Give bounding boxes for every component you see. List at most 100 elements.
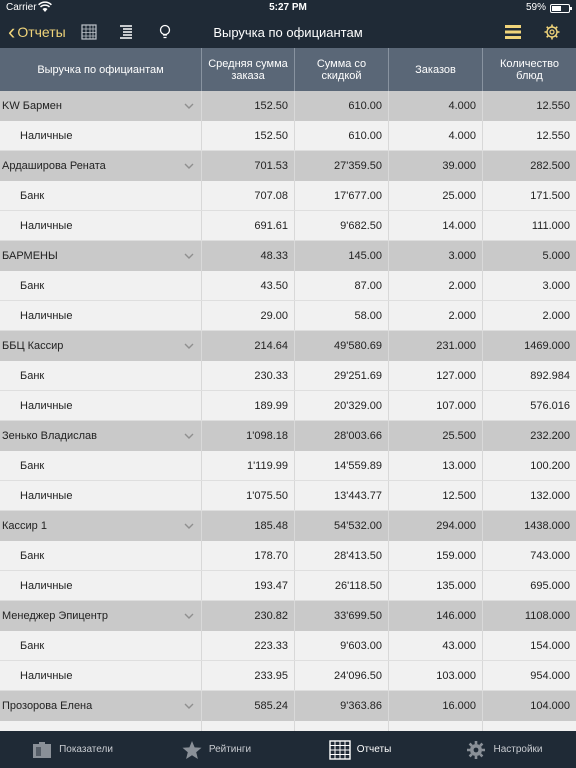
cell-text: 13'443.77	[334, 489, 382, 502]
chevron-down-icon[interactable]	[183, 250, 195, 262]
cell-text: 152.50	[254, 129, 288, 142]
navigation-bar: ‹ Отчеты Выручка по официантам	[0, 16, 576, 48]
cell-text: 954.000	[530, 669, 570, 682]
settings-gear-icon[interactable]	[543, 23, 561, 41]
waiter-group-row[interactable]: Ардаширова Рената 701.53 27'359.50 39.000 28…	[0, 151, 576, 181]
payment-sub-row[interactable]: Банк 707.08 17'677.00 25.000 171.500	[0, 181, 576, 211]
cell-text: 230.82	[254, 610, 288, 622]
cell-text: 610.00	[348, 100, 382, 112]
waiter-group-row[interactable]: Зенько Владислав 1'098.18 28'003.66 25.500 2…	[0, 421, 576, 451]
tab-dashboard[interactable]: Показатели	[0, 731, 144, 768]
cell-text: 294.000	[436, 520, 476, 532]
cell-avg-order: 43.50	[202, 271, 295, 300]
report-table[interactable]: Выручка по официантам Средняя сумма зака…	[0, 48, 576, 731]
cell-text: 14.000	[442, 219, 476, 232]
payment-sub-row[interactable]: Наличные 1'075.50 13'443.77 12.500 132.000	[0, 481, 576, 511]
cell-name: Зенько Владислав	[0, 421, 202, 451]
status-time: 5:27 PM	[269, 2, 307, 13]
cell-text: Наличные	[20, 579, 73, 592]
waiter-group-row[interactable]: Прозорова Елена 585.24 9'363.86 16.000 104.0…	[0, 691, 576, 721]
cell-discount-sum: 9'363.86	[295, 691, 389, 721]
tab-ratings-label: Рейтинги	[208, 744, 252, 755]
star-icon	[182, 740, 202, 759]
cell-orders: 127.000	[389, 361, 483, 390]
cell-text: Наличные	[20, 219, 73, 232]
cell-text: 12.550	[536, 100, 570, 112]
cell-discount-sum: 27'359.50	[295, 151, 389, 181]
cell-discount-sum: 28'003.66	[295, 421, 389, 451]
chevron-down-icon[interactable]	[183, 100, 195, 112]
cell-text: 25.500	[442, 430, 476, 442]
column-header-dish-count[interactable]: Количество блюд	[483, 48, 576, 91]
payment-sub-row[interactable]: Банк 1'119.99 14'559.89 13.000 100.200	[0, 451, 576, 481]
cell-discount-sum: 13'443.77	[295, 481, 389, 510]
payment-sub-row[interactable]: Банк 43.50 87.00 2.000 3.000	[0, 271, 576, 301]
chevron-down-icon[interactable]	[183, 610, 195, 622]
cell-dish-count: 282.500	[483, 151, 576, 181]
payment-sub-row[interactable]	[0, 721, 576, 731]
cell-dish-count: 232.200	[483, 421, 576, 451]
cell-text: 1'075.50	[246, 489, 288, 502]
column-header-discount-sum[interactable]: Сумма со скидкой	[295, 48, 389, 91]
cell-discount-sum: 9'603.00	[295, 631, 389, 660]
payment-sub-row[interactable]: Банк 178.70 28'413.50 159.000 743.000	[0, 541, 576, 571]
cell-dish-count: 171.500	[483, 181, 576, 210]
cell-text: Зенько Владислав	[2, 430, 97, 442]
cell-name: Наличные	[0, 211, 202, 240]
dashboard-icon	[33, 741, 52, 758]
table-view-icon[interactable]	[80, 23, 98, 41]
cell-name: Менеджер Эпицентр	[0, 601, 202, 631]
cell-text: 154.000	[530, 639, 570, 652]
cell-avg-order: 189.99	[202, 391, 295, 420]
cell-text: 16.000	[442, 700, 476, 712]
cell-text: 87.00	[354, 279, 382, 292]
cell-orders: 12.500	[389, 481, 483, 510]
cell-avg-order: 178.70	[202, 541, 295, 570]
waiter-group-row[interactable]: Кассир 1 185.48 54'532.00 294.000 1438.000	[0, 511, 576, 541]
cell-text: 193.47	[254, 579, 288, 592]
column-header-avg-order[interactable]: Средняя сумма заказа	[202, 48, 295, 91]
payment-sub-row[interactable]: Наличные 233.95 24'096.50 103.000 954.000	[0, 661, 576, 691]
payment-sub-row[interactable]: Банк 230.33 29'251.69 127.000 892.984	[0, 361, 576, 391]
back-button[interactable]: ‹ Отчеты	[8, 21, 66, 43]
chevron-down-icon[interactable]	[183, 700, 195, 712]
cell-discount-sum: 49'580.69	[295, 331, 389, 361]
tab-settings[interactable]: Настройки	[432, 731, 576, 768]
tab-reports[interactable]: Отчеты	[288, 731, 432, 768]
cell-avg-order	[202, 721, 295, 731]
payment-sub-row[interactable]: Наличные 193.47 26'118.50 135.000 695.000	[0, 571, 576, 601]
chevron-down-icon[interactable]	[183, 520, 195, 532]
cell-name: KW Бармен	[0, 91, 202, 121]
cell-text: 1469.000	[524, 340, 570, 352]
payment-sub-row[interactable]: Наличные 189.99 20'329.00 107.000 576.016	[0, 391, 576, 421]
cell-text: 27'359.50	[334, 160, 382, 172]
chevron-down-icon[interactable]	[183, 160, 195, 172]
cell-avg-order: 214.64	[202, 331, 295, 361]
lightbulb-icon[interactable]	[156, 23, 174, 41]
list-icon[interactable]	[504, 23, 522, 41]
payment-sub-row[interactable]: Наличные 29.00 58.00 2.000 2.000	[0, 301, 576, 331]
cell-text: 1'098.18	[246, 430, 288, 442]
chevron-down-icon[interactable]	[183, 430, 195, 442]
list-indent-icon[interactable]	[117, 23, 135, 41]
waiter-group-row[interactable]: БАРМЕНЫ 48.33 145.00 3.000 5.000	[0, 241, 576, 271]
cell-discount-sum: 14'559.89	[295, 451, 389, 480]
waiter-group-row[interactable]: KW Бармен 152.50 610.00 4.000 12.550	[0, 91, 576, 121]
payment-sub-row[interactable]: Наличные 152.50 610.00 4.000 12.550	[0, 121, 576, 151]
waiter-group-row[interactable]: Менеджер Эпицентр 230.82 33'699.50 146.000 1…	[0, 601, 576, 631]
payment-sub-row[interactable]: Банк 223.33 9'603.00 43.000 154.000	[0, 631, 576, 661]
payment-sub-row[interactable]: Наличные 691.61 9'682.50 14.000 111.000	[0, 211, 576, 241]
tab-ratings[interactable]: Рейтинги	[144, 731, 288, 768]
cell-text: 3.000	[448, 250, 476, 262]
waiter-group-row[interactable]: ББЦ Кассир 214.64 49'580.69 231.000 1469.000	[0, 331, 576, 361]
column-header-waiter[interactable]: Выручка по официантам	[0, 48, 202, 91]
cell-name: Банк	[0, 361, 202, 390]
cell-text: 54'532.00	[334, 520, 382, 532]
cell-text: Прозорова Елена	[2, 700, 93, 712]
cell-avg-order: 233.95	[202, 661, 295, 690]
cell-text: 12.550	[536, 129, 570, 142]
chevron-down-icon[interactable]	[183, 340, 195, 352]
cell-name: Банк	[0, 541, 202, 570]
column-header-orders[interactable]: Заказов	[389, 48, 483, 91]
cell-text: 695.000	[530, 579, 570, 592]
